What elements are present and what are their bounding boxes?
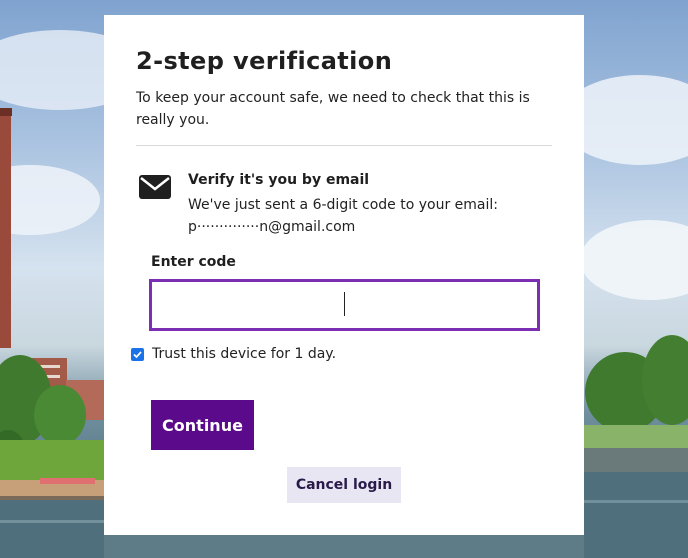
method-description: We've just sent a 6-digit code to your e…: [188, 194, 518, 238]
trust-device-option[interactable]: Trust this device for 1 day.: [131, 346, 336, 362]
continue-button[interactable]: Continue: [151, 400, 254, 450]
checkmark-icon: [133, 350, 142, 358]
trust-device-checkbox[interactable]: [131, 347, 144, 361]
trust-device-label: Trust this device for 1 day.: [152, 346, 337, 362]
intro-text: To keep your account safe, we need to ch…: [136, 90, 530, 128]
page-title: 2-step verification: [136, 47, 393, 75]
masked-email: p··············n@gmail.com: [188, 219, 356, 235]
text-caret: [344, 292, 345, 316]
divider: [136, 145, 552, 146]
method-description-text: We've just sent a 6-digit code to your e…: [188, 197, 499, 213]
envelope-icon: [139, 175, 171, 201]
verification-card: 2-step verification To keep your account…: [104, 15, 584, 535]
method-title: Verify it's you by email: [188, 172, 370, 188]
cancel-login-button[interactable]: Cancel login: [287, 467, 401, 503]
code-label: Enter code: [151, 254, 236, 270]
